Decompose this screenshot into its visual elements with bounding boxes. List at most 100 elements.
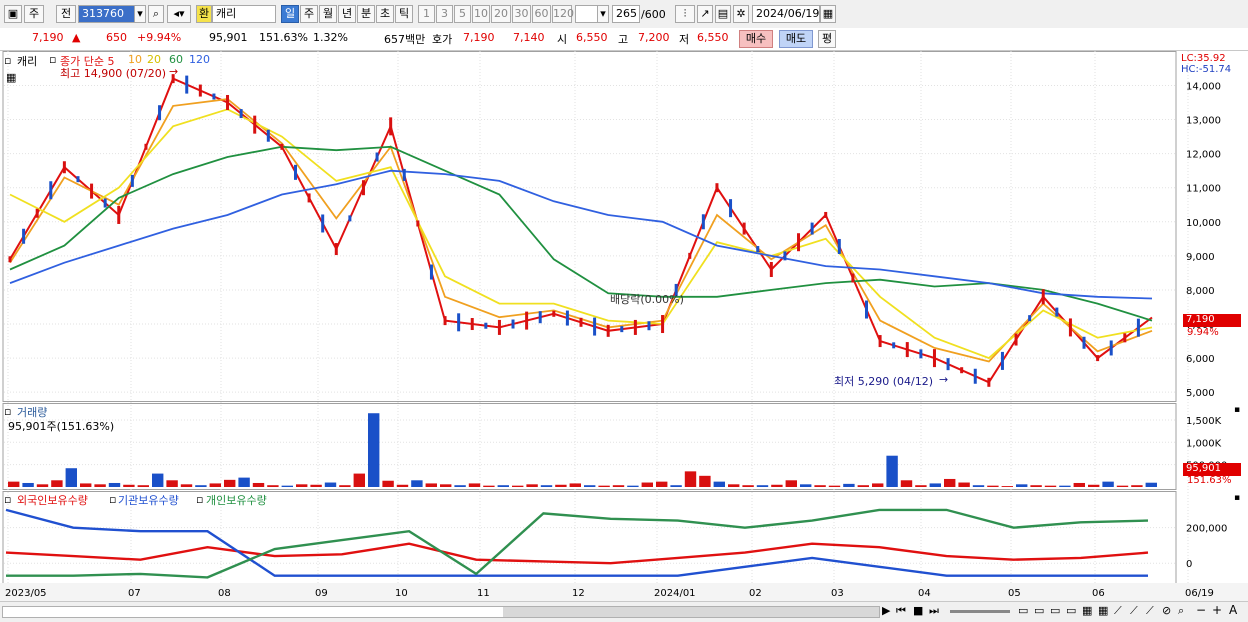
sell-button[interactable]: 매도	[779, 30, 813, 48]
interval-button-3[interactable]: 10	[472, 5, 490, 23]
chart-type-icon[interactable]: ↗	[697, 5, 713, 23]
candle	[932, 349, 936, 368]
period-button-4[interactable]: 분	[357, 5, 375, 23]
candle	[579, 317, 583, 327]
panel-close-icon[interactable]: ▪	[1234, 405, 1240, 415]
min-arrow-icon: →	[939, 373, 949, 386]
period-button-0[interactable]: 일	[281, 5, 299, 23]
period-button-5[interactable]: 초	[376, 5, 394, 23]
candle	[905, 342, 909, 358]
type-select-button[interactable]: 주	[24, 5, 44, 23]
interval-button-7[interactable]: 120	[552, 5, 574, 23]
code-input[interactable]: 313760	[78, 5, 136, 23]
panel-collapse-icon[interactable]: ▫	[4, 54, 11, 67]
chevron-down-icon[interactable]: ▾	[134, 5, 146, 23]
forward-icon[interactable]: ⏭	[929, 604, 939, 618]
change-value: 650	[106, 31, 127, 44]
scroll-bar[interactable]: ▶ ⏮ ■ ⏭ ▭ ▭ ▭ ▭ ▦ ▦ ⟋ ⟋ ⟋ ⊘ ⌕ − + A	[0, 601, 1248, 622]
chart-canvas[interactable]: 2023/05 07 08 09 10 11 12 2024/01 02 03 04 05 06 06/1…	[0, 51, 1248, 601]
tool-icon[interactable]: ⊘	[1162, 604, 1171, 617]
ask-price: 7,190	[463, 31, 495, 44]
volume-bar	[22, 482, 34, 487]
candle	[307, 193, 311, 203]
line-tool-icon[interactable]: ⟋	[1130, 604, 1138, 618]
candle	[1136, 318, 1140, 337]
chevron-down-icon[interactable]: ▾	[597, 5, 609, 23]
volume-bar	[339, 485, 351, 487]
candle	[511, 319, 515, 329]
layout-icon[interactable]: ▭	[1066, 604, 1076, 617]
minus-icon[interactable]: −	[1196, 603, 1206, 617]
volume-bar	[684, 471, 697, 487]
date-input[interactable]: 2024/06/19	[752, 5, 820, 23]
scroll-thumb[interactable]	[503, 607, 879, 617]
candle	[878, 335, 882, 348]
volume-bar	[368, 413, 380, 487]
dividend-label: 배당락(0.00%)	[610, 293, 684, 306]
speaker-icon[interactable]: ◂▾	[167, 5, 191, 23]
rewind-icon[interactable]: ⏮	[896, 604, 906, 618]
volume-tick-label: 1,500K	[1186, 416, 1222, 427]
table-icon[interactable]: ▦	[6, 71, 16, 84]
layout-icon[interactable]: ▭	[1018, 604, 1028, 617]
scroll-right-icon[interactable]: ▶	[882, 604, 890, 617]
volume-pct-tag: 151.63%	[1187, 475, 1232, 486]
volume-bar	[382, 480, 394, 487]
y-axis-tick-label: 5,000	[1186, 388, 1215, 399]
line-tool-icon[interactable]: ⟋	[1114, 604, 1122, 618]
save-icon[interactable]: ▤	[715, 5, 731, 23]
chart-area[interactable]: 2023/05 07 08 09 10 11 12 2024/01 02 03 04 05 06 06/1…	[0, 51, 1248, 601]
grid-icon[interactable]: ▦	[1082, 604, 1092, 617]
gear-icon[interactable]: ✲	[733, 5, 749, 23]
candle	[429, 264, 433, 280]
stop-icon[interactable]: ■	[913, 604, 923, 617]
layout-icon[interactable]: ▭	[1050, 604, 1060, 617]
interval-button-1[interactable]: 3	[436, 5, 453, 23]
candle	[90, 183, 94, 199]
candle	[1000, 351, 1004, 370]
font-icon[interactable]: A	[1229, 603, 1237, 617]
volume-bar	[108, 482, 121, 487]
candle	[1041, 289, 1045, 305]
hwan-badge[interactable]: 환	[196, 5, 212, 23]
interval-button-0[interactable]: 1	[418, 5, 435, 23]
period-button-6[interactable]: 틱	[395, 5, 413, 23]
candle	[701, 214, 705, 230]
candle-icon[interactable]: ⫶	[675, 5, 695, 23]
volume-bar	[1131, 485, 1143, 487]
zoom-slider[interactable]	[950, 610, 1010, 613]
x-axis-tick-label: 2023/05	[5, 588, 47, 599]
zoom-icon[interactable]: ⌕	[1178, 604, 1184, 618]
candle	[470, 318, 474, 331]
count-input[interactable]: 265	[612, 5, 640, 23]
scroll-track[interactable]	[2, 606, 880, 618]
panel-close-icon[interactable]: ▪	[1234, 493, 1240, 503]
market-select-button[interactable]: 전	[56, 5, 76, 23]
line-tool-icon[interactable]: ⟋	[1146, 604, 1154, 618]
volume-bar	[713, 481, 725, 487]
layout-icon[interactable]: ▭	[1034, 604, 1044, 617]
period-button-3[interactable]: 년	[338, 5, 356, 23]
interval-button-4[interactable]: 20	[491, 5, 511, 23]
interval-button-6[interactable]: 60	[532, 5, 551, 23]
stock-name-field[interactable]: 캐리	[212, 5, 276, 23]
interval-button-5[interactable]: 30	[512, 5, 531, 23]
buy-button[interactable]: 매수	[739, 30, 773, 48]
grid-icon[interactable]: ▦	[1098, 604, 1108, 617]
search-icon[interactable]: ⌕	[148, 5, 164, 23]
eval-button[interactable]: 평	[818, 30, 836, 48]
panel-frame-2	[2, 491, 1177, 584]
trade-amount: 657백만	[384, 33, 426, 46]
candle	[389, 117, 393, 136]
calendar-icon[interactable]: ▦	[820, 5, 836, 23]
x-axis-tick-label: 12	[572, 588, 585, 599]
volume-bar	[180, 484, 193, 487]
plus-icon[interactable]: +	[1212, 603, 1222, 617]
interval-button-2[interactable]: 5	[454, 5, 471, 23]
x-axis-tick-label: 03	[831, 588, 844, 599]
period-button-2[interactable]: 월	[319, 5, 337, 23]
window-icon[interactable]: ▣	[4, 5, 22, 23]
period-button-1[interactable]: 주	[300, 5, 318, 23]
y-axis-tick-label: 11,000	[1186, 184, 1221, 195]
candle	[443, 316, 447, 326]
